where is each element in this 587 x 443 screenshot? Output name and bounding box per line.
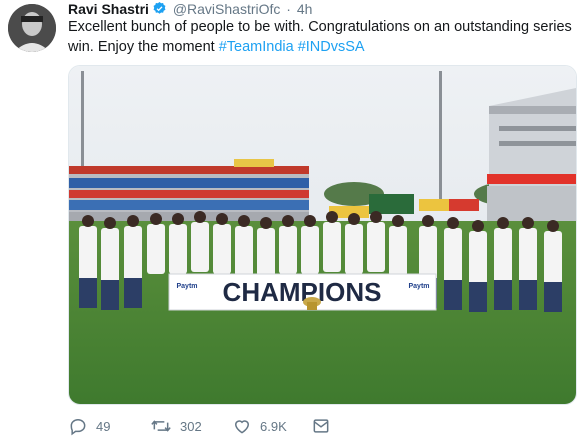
retweet-count: 302: [180, 418, 202, 434]
floodlight-pole-right: [439, 71, 442, 201]
tweet-time[interactable]: 4h: [297, 1, 313, 17]
heart-icon: [232, 416, 252, 436]
stadium-stand-right: [487, 88, 576, 226]
champions-banner: CHAMPIONS Paytm Paytm: [168, 273, 437, 311]
retweet-icon: [150, 416, 172, 436]
mail-icon: [311, 416, 331, 436]
separator-dot: ·: [286, 1, 291, 17]
tweet-text-line2: win. Enjoy the moment: [68, 39, 219, 55]
reply-icon: [68, 416, 88, 436]
like-action[interactable]: 6.9K: [232, 414, 287, 438]
team-photo-illustration: CHAMPIONS Paytm Paytm: [69, 66, 576, 404]
banner-text: CHAMPIONS: [223, 277, 382, 307]
tweet-card: Ravi Shastri @RaviShastriOfc · 4h Excell…: [0, 0, 587, 443]
tweet-text: Excellent bunch of people to be with. Co…: [68, 17, 578, 57]
sponsor-right: Paytm: [408, 283, 429, 290]
hashtag-indvssa[interactable]: #INDvsSA: [298, 39, 365, 55]
reply-count: 49: [96, 418, 111, 434]
tweet-photo[interactable]: CHAMPIONS Paytm Paytm: [68, 65, 577, 405]
sponsor-left: Paytm: [176, 283, 197, 290]
share-action[interactable]: [311, 414, 331, 438]
tweet-text-line1: Excellent bunch of people to be with. Co…: [68, 19, 572, 35]
hashtag-teamindia[interactable]: #TeamIndia: [219, 39, 294, 55]
reply-action[interactable]: 49: [68, 414, 110, 438]
avatar[interactable]: [8, 4, 56, 52]
retweet-action[interactable]: 302: [150, 414, 202, 438]
floodlight-pole-left: [81, 71, 84, 171]
like-count: 6.9K: [260, 418, 287, 434]
stadium-stand-left: [69, 159, 309, 226]
avatar-photo: [8, 4, 56, 52]
tweet-actions: 49 302 6.9K: [68, 414, 468, 438]
author-name[interactable]: Ravi Shastri: [68, 1, 149, 17]
author-handle[interactable]: @RaviShastriOfc: [173, 1, 281, 17]
